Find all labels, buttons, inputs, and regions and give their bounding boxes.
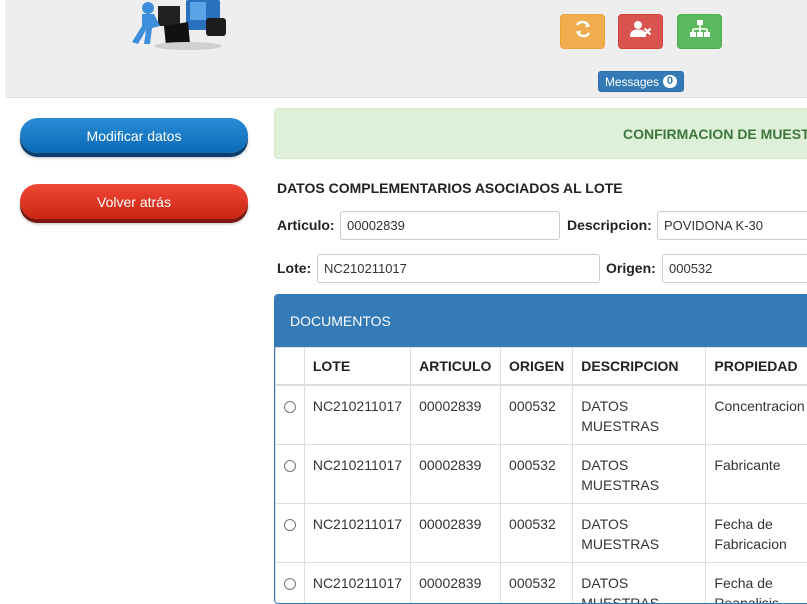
logout-button[interactable]: [618, 14, 663, 49]
cell-descripcion: DATOS MUESTRAS: [573, 445, 706, 504]
table-row[interactable]: NC210211017 00002839 000532 DATOS MUESTR…: [276, 504, 807, 563]
messages-count-badge: 0: [663, 75, 677, 88]
table-row[interactable]: NC210211017 00002839 000532 DATOS MUESTR…: [276, 563, 807, 604]
column-header-descripcion[interactable]: DESCRIPCION: [573, 348, 706, 386]
column-header-origen[interactable]: ORIGEN: [501, 348, 573, 386]
cell-origen: 000532: [501, 504, 573, 563]
column-header-propiedad[interactable]: PROPIEDAD: [706, 348, 807, 386]
cell-articulo: 00002839: [411, 445, 501, 504]
descripcion-label: Descripcion:: [567, 217, 652, 233]
select-column-header: [276, 348, 305, 386]
descripcion-field[interactable]: POVIDONA K-30: [657, 211, 807, 240]
sitemap-icon: [689, 19, 711, 44]
table-header-row: LOTE ARTICULO ORIGEN DESCRIPCION PROPIED…: [276, 348, 807, 386]
row-select-cell[interactable]: [276, 445, 305, 504]
row-select-cell[interactable]: [276, 563, 305, 604]
documents-panel-title: DOCUMENTOS: [275, 295, 807, 347]
refresh-icon: [573, 19, 593, 44]
cell-propiedad: Concentracion: [706, 385, 807, 445]
messages-label: Messages: [605, 75, 659, 89]
refresh-button[interactable]: [560, 14, 605, 49]
cell-lote: NC210211017: [304, 385, 410, 445]
row-select-cell[interactable]: [276, 385, 305, 445]
cell-lote: NC210211017: [304, 445, 410, 504]
cell-descripcion: DATOS MUESTRAS: [573, 563, 706, 604]
messages-button[interactable]: Messages 0: [598, 71, 684, 92]
cell-descripcion: DATOS MUESTRAS: [573, 385, 706, 445]
row-radio[interactable]: [284, 460, 296, 472]
cell-articulo: 00002839: [411, 385, 501, 445]
modify-data-button[interactable]: Modificar datos: [20, 118, 248, 153]
documents-panel: DOCUMENTOS LOTE ARTICULO ORIGEN DESCRIPC…: [274, 294, 807, 604]
cell-descripcion: DATOS MUESTRAS: [573, 504, 706, 563]
cell-origen: 000532: [501, 563, 573, 604]
row-radio[interactable]: [284, 578, 296, 590]
articulo-field[interactable]: 00002839: [340, 211, 560, 240]
row-select-cell[interactable]: [276, 504, 305, 563]
lote-label: Lote:: [277, 260, 311, 276]
row-radio[interactable]: [284, 519, 296, 531]
sitemap-button[interactable]: [677, 14, 722, 49]
logo-image: [128, 0, 243, 52]
cell-articulo: 00002839: [411, 504, 501, 563]
row-radio[interactable]: [284, 401, 296, 413]
cell-lote: NC210211017: [304, 563, 410, 604]
cell-origen: 000532: [501, 385, 573, 445]
lote-field[interactable]: NC210211017: [317, 254, 600, 283]
cell-propiedad: Fabricante: [706, 445, 807, 504]
alert-text: CONFIRMACION DE MUEST: [623, 126, 807, 142]
user-remove-icon: [629, 19, 653, 44]
go-back-button[interactable]: Volver atrás: [20, 184, 248, 219]
column-header-articulo[interactable]: ARTICULO: [411, 348, 501, 386]
top-header: Messages 0: [5, 0, 807, 98]
cell-origen: 000532: [501, 445, 573, 504]
table-row[interactable]: NC210211017 00002839 000532 DATOS MUESTR…: [276, 445, 807, 504]
documents-table: LOTE ARTICULO ORIGEN DESCRIPCION PROPIED…: [275, 347, 807, 604]
origen-label: Origen:: [606, 260, 656, 276]
table-row[interactable]: NC210211017 00002839 000532 DATOS MUESTR…: [276, 385, 807, 445]
cell-articulo: 00002839: [411, 563, 501, 604]
column-header-lote[interactable]: LOTE: [304, 348, 410, 386]
articulo-label: Articulo:: [277, 217, 335, 233]
origen-field[interactable]: 000532: [662, 254, 807, 283]
cell-propiedad: Fecha de Fabricacion: [706, 504, 807, 563]
cell-lote: NC210211017: [304, 504, 410, 563]
cell-propiedad: Fecha de Reanalisis: [706, 563, 807, 604]
confirmation-alert: CONFIRMACION DE MUEST: [274, 108, 807, 159]
section-title: DATOS COMPLEMENTARIOS ASOCIADOS AL LOTE: [277, 180, 623, 196]
